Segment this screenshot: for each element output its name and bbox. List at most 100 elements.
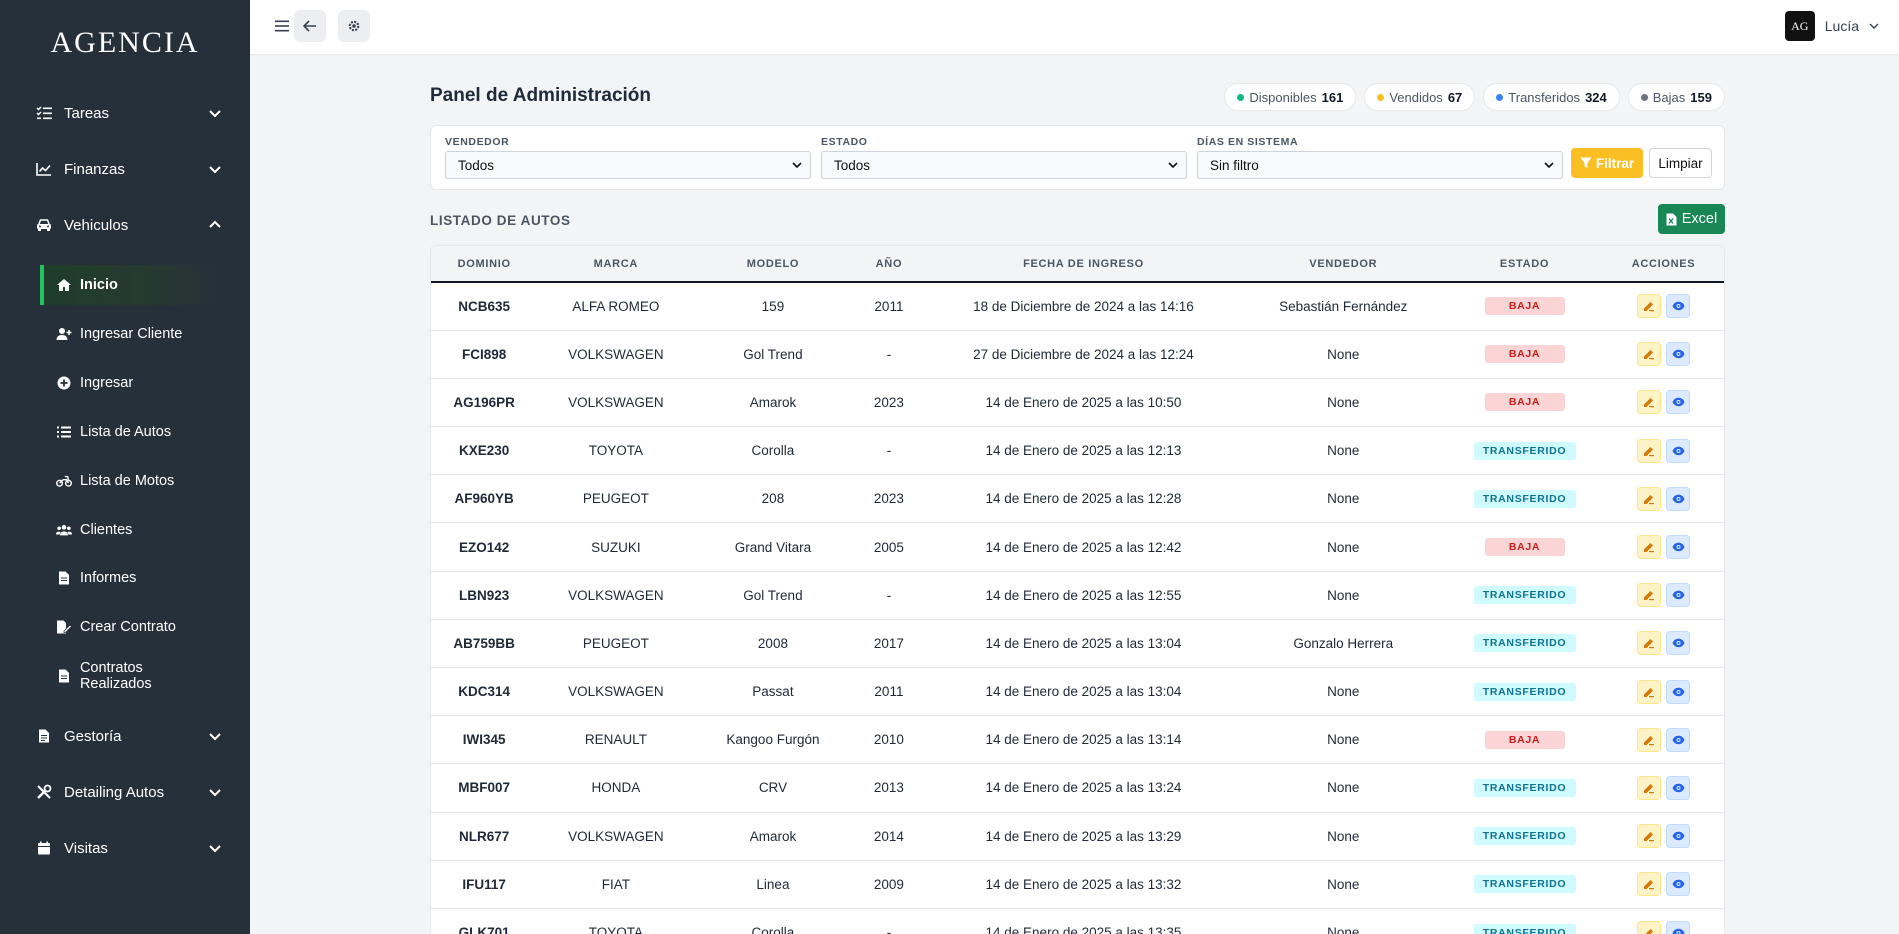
table-row[interactable]: IWI345 RENAULT Kangoo Furgón 2010 14 de Ener… xyxy=(431,715,1724,765)
sidebar-item-inicio[interactable]: Inicio xyxy=(40,265,218,305)
cell-estado: BAJA xyxy=(1445,378,1604,428)
excel-export-button[interactable]: Excel xyxy=(1658,204,1725,234)
edit-button[interactable] xyxy=(1637,583,1662,608)
cell-dominio: IFU117 xyxy=(431,860,538,909)
filter-button[interactable]: Filtrar xyxy=(1571,148,1643,178)
view-button[interactable] xyxy=(1666,775,1691,800)
table-row[interactable]: LBN923 VOLKSWAGEN Gol Trend -14 de Enero de… xyxy=(431,571,1724,620)
view-button[interactable] xyxy=(1666,631,1691,656)
sidebar-group-finanzas[interactable]: Finanzas xyxy=(36,154,222,184)
clear-button[interactable]: Limpiar xyxy=(1649,148,1712,178)
view-button[interactable] xyxy=(1666,872,1691,897)
cell-anio: 2010 xyxy=(851,715,927,765)
row-actions xyxy=(1603,775,1724,800)
cell-vendedor: Gonzalo Herrera xyxy=(1240,619,1446,669)
edit-button[interactable] xyxy=(1637,679,1662,704)
edit-button[interactable] xyxy=(1637,824,1662,849)
sidebar-group-detailing[interactable]: Detailing Autos xyxy=(36,777,222,807)
sidebar-group-vehiculos[interactable]: Vehiculos xyxy=(36,210,222,240)
edit-icon xyxy=(1643,686,1655,698)
sidebar-item-crear-contrato[interactable]: Crear Contrato xyxy=(40,607,218,647)
sidebar-item-label: Ingresar Cliente xyxy=(80,326,183,342)
stat-value: 161 xyxy=(1321,89,1344,105)
vendedor-select[interactable]: Todos xyxy=(445,151,811,179)
cell-anio: - xyxy=(851,571,927,620)
sidebar-item-label: Contratos Realizados xyxy=(79,660,152,692)
table-row[interactable]: AG196PR VOLKSWAGEN Amarok 2023 14 de Enero d… xyxy=(431,378,1724,428)
table-row[interactable]: GLK701 TOYOTA Corolla -14 de Enero de 2025 … xyxy=(431,908,1724,934)
table-row[interactable]: EZO142 SUZUKI Grand Vitara 2005 14 de Enero … xyxy=(431,522,1724,572)
cell-vendedor: None xyxy=(1240,426,1446,476)
cell-acciones xyxy=(1603,715,1724,765)
back-button[interactable] xyxy=(294,10,326,42)
chevron-down-icon xyxy=(208,729,222,743)
sidebar-item-clientes[interactable]: Clientes xyxy=(40,510,218,550)
table-row[interactable]: AF960YB PEUGEOT 208 2023 14 de Enero de 2025… xyxy=(431,474,1724,524)
cell-fecha: 14 de Enero de 2025 a las 12:55 xyxy=(926,571,1241,620)
sidebar-item-ingresar[interactable]: Ingresar xyxy=(40,363,218,403)
sidebar-item-contratos-realizados[interactable]: Contratos Realizados xyxy=(40,656,218,696)
edit-button[interactable] xyxy=(1637,920,1662,934)
edit-button[interactable] xyxy=(1637,535,1662,560)
chevron-down-icon xyxy=(1168,162,1178,169)
sidebar-group-label: Gestoría xyxy=(64,727,122,745)
edit-button[interactable] xyxy=(1637,775,1662,800)
view-button[interactable] xyxy=(1666,342,1691,367)
edit-button[interactable] xyxy=(1637,631,1662,656)
view-button[interactable] xyxy=(1666,486,1691,511)
table-row[interactable]: AB759BB PEUGEOT 2008 2017 14 de Enero de 202… xyxy=(431,619,1724,669)
edit-button[interactable] xyxy=(1637,486,1662,511)
edit-button[interactable] xyxy=(1637,727,1662,752)
sidebar-group-tareas[interactable]: Tareas xyxy=(36,98,222,128)
sidebar-item-lista-motos[interactable]: Lista de Motos xyxy=(40,461,218,501)
table-row[interactable]: NLR677 VOLKSWAGEN Amarok 2014 14 de Enero de… xyxy=(431,812,1724,861)
cell-anio: 2013 xyxy=(851,763,927,813)
sidebar-item-informes[interactable]: Informes xyxy=(40,558,218,598)
view-button[interactable] xyxy=(1666,583,1691,608)
view-button[interactable] xyxy=(1666,438,1691,463)
row-actions xyxy=(1603,486,1724,511)
sidebar-group-gestoria[interactable]: Gestoría xyxy=(36,721,222,751)
estado-select[interactable]: Todos xyxy=(821,151,1187,179)
status-badge: TRANSFERIDO xyxy=(1473,923,1576,934)
view-button[interactable] xyxy=(1666,679,1691,704)
cell-fecha: 14 de Enero de 2025 a las 13:04 xyxy=(926,667,1241,717)
edit-button[interactable] xyxy=(1637,438,1662,463)
edit-button[interactable] xyxy=(1637,390,1662,415)
file-excel-icon xyxy=(1666,213,1677,225)
user-menu[interactable]: AG Lucía xyxy=(1784,10,1879,42)
sidebar-item-lista-autos[interactable]: Lista de Autos xyxy=(40,412,218,452)
status-stats: Disponibles 161 Vendidos 67 Transferidos… xyxy=(1224,83,1725,111)
view-button[interactable] xyxy=(1666,920,1691,934)
dias-select[interactable]: Sin filtro xyxy=(1197,151,1563,179)
filter-dias: DÍAS EN SISTEMA Sin filtro xyxy=(1197,136,1563,179)
edit-button[interactable] xyxy=(1637,342,1662,367)
edit-icon xyxy=(1643,396,1655,408)
table-row[interactable]: IFU117 FIAT Linea 2009 14 de Enero de 2025 a… xyxy=(431,860,1724,909)
edit-button[interactable] xyxy=(1637,872,1662,897)
menu-toggle-button[interactable] xyxy=(272,10,292,42)
eye-icon xyxy=(1672,783,1685,793)
edit-button[interactable] xyxy=(1637,294,1662,319)
view-button[interactable] xyxy=(1666,294,1691,319)
settings-button[interactable] xyxy=(338,10,370,42)
select-value: Sin filtro xyxy=(1210,157,1259,173)
sidebar-group-visitas[interactable]: Visitas xyxy=(36,833,222,863)
chevron-down-icon xyxy=(208,162,222,176)
cell-anio: - xyxy=(851,330,927,379)
cell-marca: ALFA ROMEO xyxy=(537,282,695,331)
table-row[interactable]: KDC314 VOLKSWAGEN Passat 2011 14 de Enero de… xyxy=(431,667,1724,717)
table-row[interactable]: FCI898 VOLKSWAGEN Gol Trend -27 de Diciembr… xyxy=(431,330,1724,379)
view-button[interactable] xyxy=(1666,824,1691,849)
table-row[interactable]: KXE230 TOYOTA Corolla -14 de Enero de 2025 … xyxy=(431,426,1724,476)
select-value: Todos xyxy=(458,157,495,173)
eye-icon xyxy=(1672,879,1685,889)
view-button[interactable] xyxy=(1666,727,1691,752)
table-row[interactable]: MBF007 HONDA CRV 2013 14 de Enero de 2025 a … xyxy=(431,763,1724,813)
view-button[interactable] xyxy=(1666,390,1691,415)
eye-icon xyxy=(1672,638,1685,648)
table-row[interactable]: NCB635 ALFA ROMEO 159 2011 18 de Diciembre d… xyxy=(431,282,1724,331)
sidebar-item-ingresar-cliente[interactable]: Ingresar Cliente xyxy=(40,314,218,354)
status-dot-icon xyxy=(1377,93,1385,101)
view-button[interactable] xyxy=(1666,535,1691,560)
